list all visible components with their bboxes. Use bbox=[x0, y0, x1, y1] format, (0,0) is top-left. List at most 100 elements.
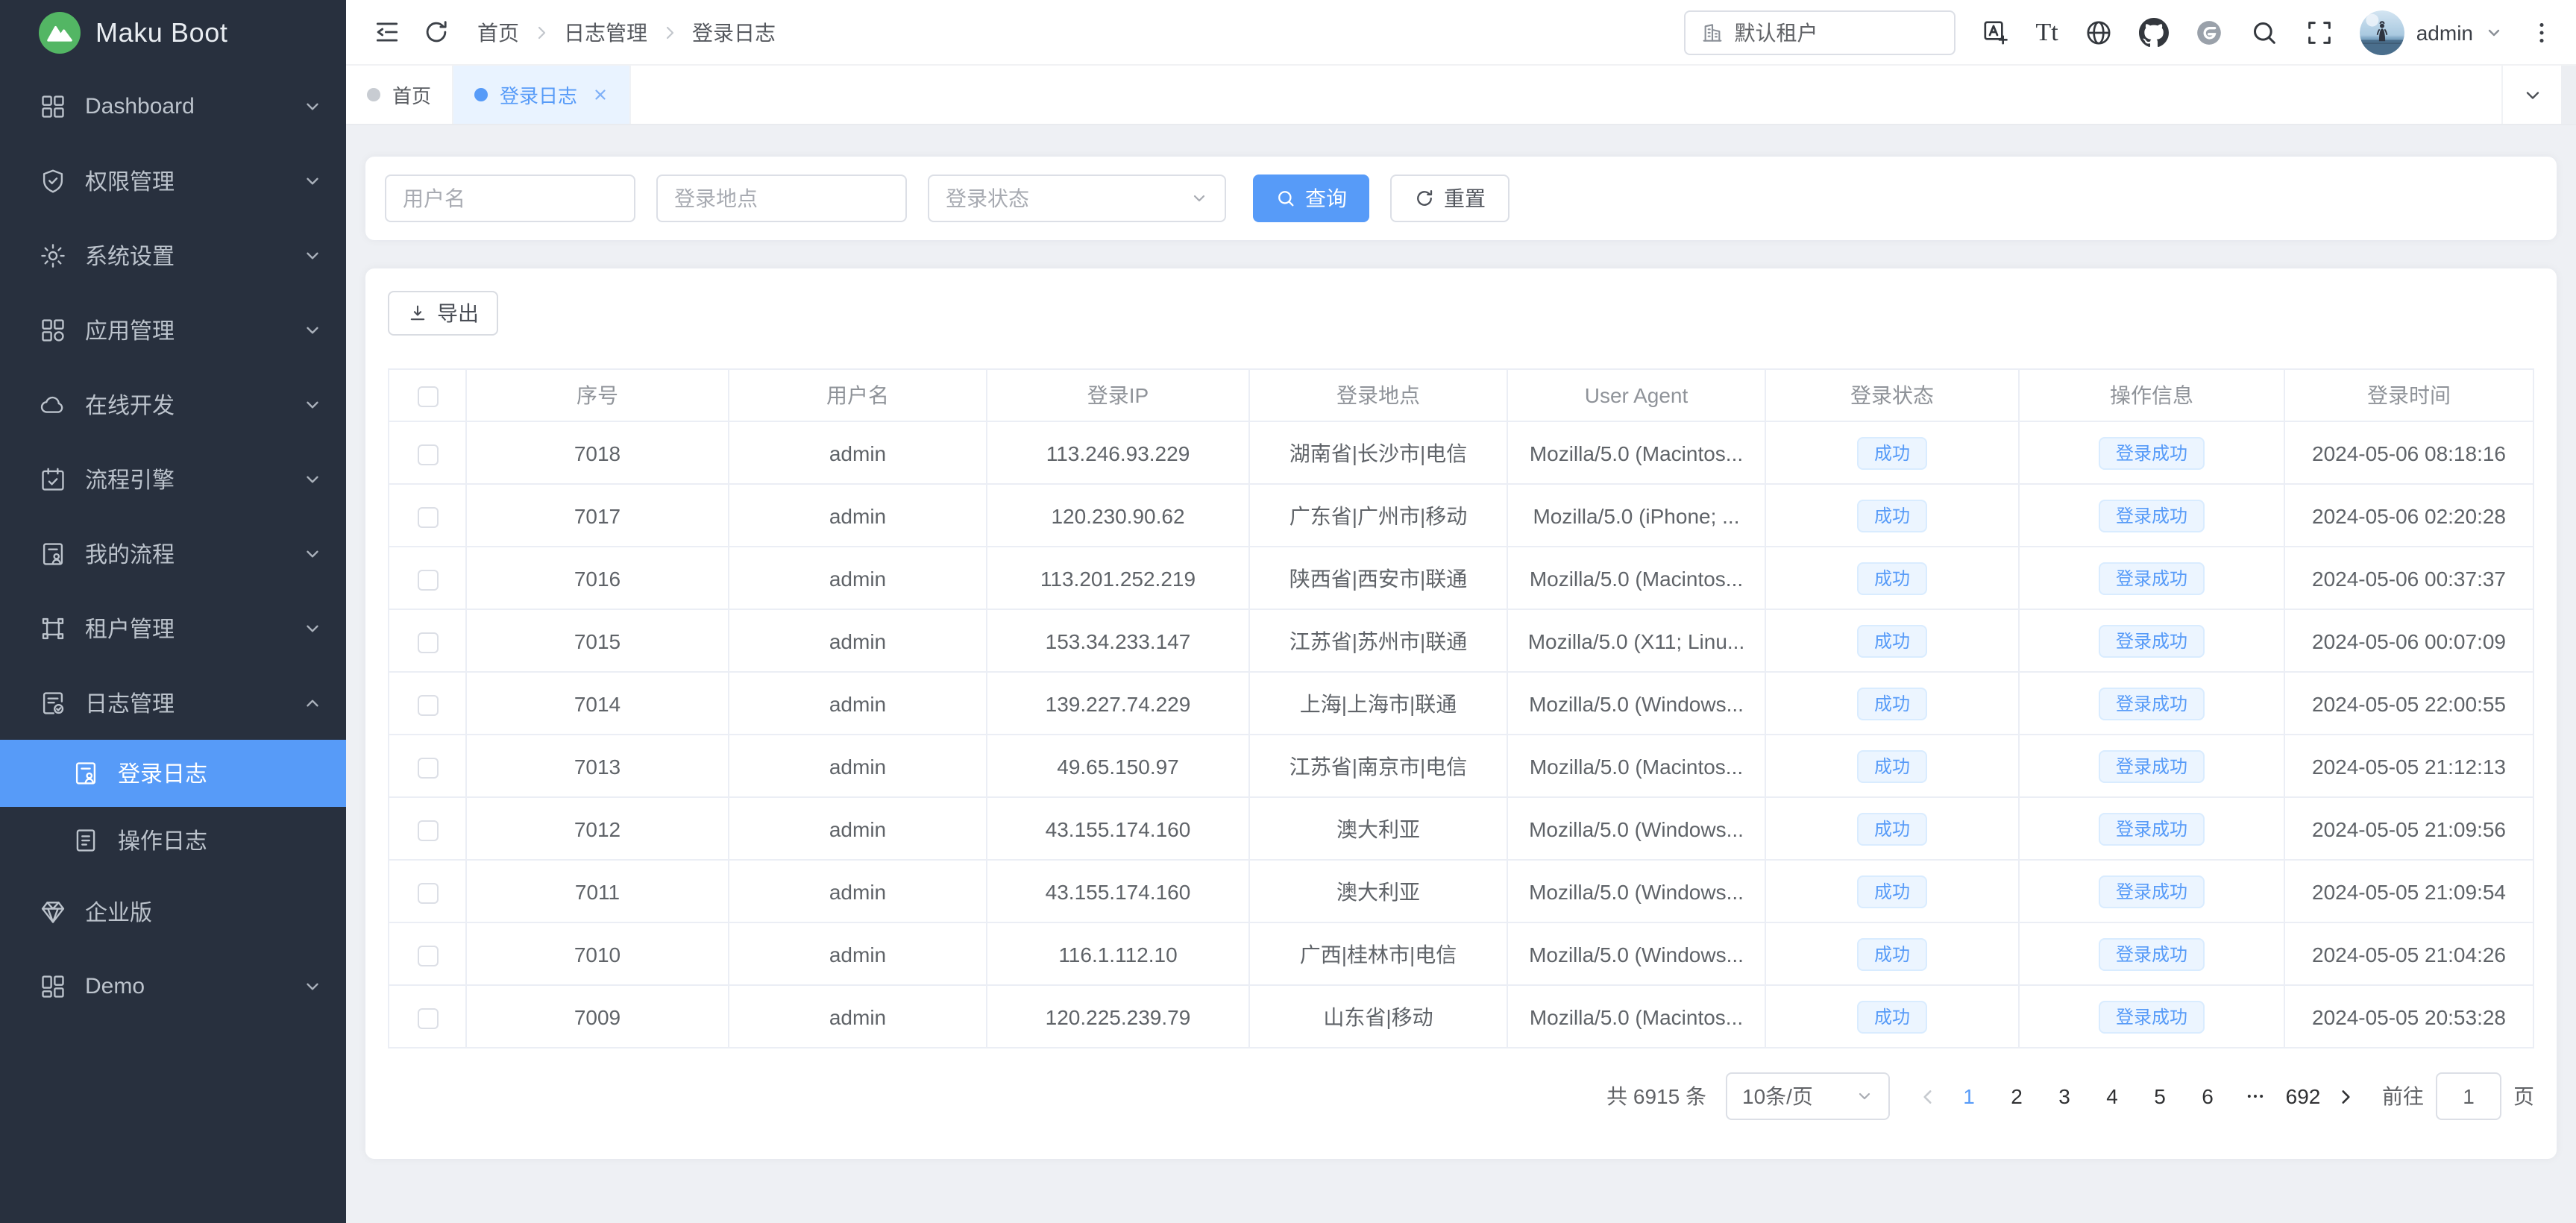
tab-login-log[interactable]: 登录日志 bbox=[453, 66, 631, 124]
sidebar-item-enterprise[interactable]: 企业版 bbox=[0, 874, 346, 949]
tab-label: 首页 bbox=[392, 81, 431, 109]
info-badge[interactable]: 登录成功 bbox=[2099, 1000, 2204, 1033]
sidebar-item-permissions[interactable]: 权限管理 bbox=[0, 143, 346, 218]
maku-logo-icon bbox=[39, 12, 81, 54]
cell-ip: 139.227.74.229 bbox=[987, 672, 1249, 735]
refresh-icon bbox=[1414, 188, 1435, 209]
info-badge[interactable]: 登录成功 bbox=[2099, 937, 2204, 970]
search-icon[interactable] bbox=[2249, 17, 2279, 47]
sidebar-item-online-dev[interactable]: 在线开发 bbox=[0, 367, 346, 441]
sidebar-item-tenant-management[interactable]: 租户管理 bbox=[0, 591, 346, 665]
breadcrumb-log-management[interactable]: 日志管理 bbox=[564, 17, 647, 47]
info-badge[interactable]: 登录成功 bbox=[2099, 875, 2204, 908]
info-badge[interactable]: 登录成功 bbox=[2099, 562, 2204, 594]
page-number-6[interactable]: 6 bbox=[2184, 1072, 2231, 1120]
cell-time: 2024-05-05 21:12:13 bbox=[2284, 735, 2533, 797]
user-menu[interactable]: admin bbox=[2360, 10, 2503, 54]
cell-ip: 43.155.174.160 bbox=[987, 797, 1249, 860]
table-row: 7016admin113.201.252.219陕西省|西安市|联通Mozill… bbox=[389, 547, 2533, 609]
translate-icon[interactable] bbox=[1981, 17, 2011, 47]
refresh-page-icon[interactable] bbox=[422, 18, 450, 46]
page-number-3[interactable]: 3 bbox=[2041, 1072, 2088, 1120]
info-badge[interactable]: 登录成功 bbox=[2099, 436, 2204, 469]
cell-user-agent: Mozilla/5.0 (Macintos... bbox=[1507, 547, 1765, 609]
location-filter-input[interactable] bbox=[656, 175, 907, 222]
cell-user-agent: Mozilla/5.0 (Macintos... bbox=[1507, 421, 1765, 484]
reset-button[interactable]: 重置 bbox=[1390, 175, 1510, 222]
cell-time: 2024-05-05 21:04:26 bbox=[2284, 922, 2533, 985]
status-badge: 成功 bbox=[1858, 687, 1926, 720]
sidebar-item-app-management[interactable]: 应用管理 bbox=[0, 292, 346, 367]
status-placeholder: 登录状态 bbox=[946, 183, 1029, 213]
sidebar-item-dashboard[interactable]: Dashboard bbox=[0, 69, 346, 143]
font-size-icon[interactable]: Tt bbox=[2036, 19, 2058, 45]
kebab-menu-icon[interactable] bbox=[2528, 19, 2555, 45]
more-pages-icon[interactable] bbox=[2231, 1072, 2279, 1120]
info-badge[interactable]: 登录成功 bbox=[2099, 624, 2204, 657]
doc-check-icon bbox=[39, 688, 67, 717]
row-checkbox[interactable] bbox=[417, 882, 438, 903]
search-button[interactable]: 查询 bbox=[1253, 175, 1369, 222]
gitee-icon[interactable] bbox=[2194, 17, 2224, 47]
column-time: 登录时间 bbox=[2284, 369, 2533, 421]
sidebar-item-log-management[interactable]: 日志管理 bbox=[0, 665, 346, 740]
page-size-select[interactable]: 10条/页 bbox=[1726, 1072, 1890, 1120]
globe-icon[interactable] bbox=[2084, 17, 2114, 47]
prev-page-icon[interactable] bbox=[1909, 1072, 1945, 1120]
gear-icon bbox=[39, 241, 67, 269]
row-checkbox[interactable] bbox=[417, 569, 438, 590]
close-tab-icon[interactable] bbox=[592, 87, 609, 103]
cell-time: 2024-05-06 02:20:28 bbox=[2284, 484, 2533, 547]
tab-home[interactable]: 首页 bbox=[346, 66, 453, 124]
page-size-value: 10条/页 bbox=[1742, 1081, 1813, 1111]
select-all-checkbox[interactable] bbox=[417, 386, 438, 407]
row-checkbox[interactable] bbox=[417, 506, 438, 527]
github-icon[interactable] bbox=[2139, 17, 2169, 47]
row-checkbox[interactable] bbox=[417, 1007, 438, 1028]
page-number-last[interactable]: 692 bbox=[2279, 1072, 2327, 1120]
tenant-select[interactable]: 默认租户 bbox=[1684, 10, 1955, 54]
info-badge[interactable]: 登录成功 bbox=[2099, 687, 2204, 720]
page-number-1[interactable]: 1 bbox=[1945, 1072, 1993, 1120]
cell-user-agent: Mozilla/5.0 (Windows... bbox=[1507, 797, 1765, 860]
app-logo[interactable]: Maku Boot bbox=[0, 0, 346, 66]
sidebar-item-workflow-engine[interactable]: 流程引擎 bbox=[0, 441, 346, 516]
info-badge[interactable]: 登录成功 bbox=[2099, 499, 2204, 532]
sidebar-item-my-workflow[interactable]: 我的流程 bbox=[0, 516, 346, 591]
goto-page-input[interactable] bbox=[2436, 1072, 2501, 1120]
username-filter-input[interactable] bbox=[385, 175, 635, 222]
row-checkbox[interactable] bbox=[417, 444, 438, 465]
row-checkbox[interactable] bbox=[417, 632, 438, 653]
next-page-icon[interactable] bbox=[2327, 1072, 2363, 1120]
cell-id: 7015 bbox=[466, 609, 729, 672]
sidebar-item-operation-log[interactable]: 操作日志 bbox=[0, 807, 346, 874]
download-icon bbox=[407, 303, 428, 324]
cell-user: admin bbox=[729, 985, 987, 1048]
export-button[interactable]: 导出 bbox=[388, 291, 498, 336]
cell-time: 2024-05-06 00:07:09 bbox=[2284, 609, 2533, 672]
fullscreen-icon[interactable] bbox=[2305, 17, 2334, 47]
breadcrumb-home[interactable]: 首页 bbox=[477, 17, 519, 47]
tab-dropdown-icon[interactable] bbox=[2501, 66, 2561, 124]
login-log-table: 序号 用户名 登录IP 登录地点 User Agent 登录状态 操作信息 登录… bbox=[388, 368, 2534, 1048]
gem-icon bbox=[39, 897, 67, 925]
row-checkbox[interactable] bbox=[417, 694, 438, 715]
page-number-2[interactable]: 2 bbox=[1993, 1072, 2041, 1120]
cell-ip: 120.225.239.79 bbox=[987, 985, 1249, 1048]
row-checkbox[interactable] bbox=[417, 820, 438, 840]
sidebar-item-demo[interactable]: Demo bbox=[0, 949, 346, 1023]
row-checkbox[interactable] bbox=[417, 945, 438, 966]
info-badge[interactable]: 登录成功 bbox=[2099, 812, 2204, 845]
page-number-4[interactable]: 4 bbox=[2088, 1072, 2136, 1120]
shield-icon bbox=[39, 166, 67, 195]
collapse-sidebar-icon[interactable] bbox=[373, 18, 401, 46]
sidebar-item-system-settings[interactable]: 系统设置 bbox=[0, 218, 346, 292]
sidebar-item-login-log[interactable]: 登录日志 bbox=[0, 740, 346, 807]
status-filter-select[interactable]: 登录状态 bbox=[928, 175, 1226, 222]
table-row: 7014admin139.227.74.229上海|上海市|联通Mozilla/… bbox=[389, 672, 2533, 735]
building-icon bbox=[1700, 20, 1724, 44]
row-checkbox[interactable] bbox=[417, 757, 438, 778]
cell-id: 7017 bbox=[466, 484, 729, 547]
page-number-5[interactable]: 5 bbox=[2136, 1072, 2184, 1120]
info-badge[interactable]: 登录成功 bbox=[2099, 749, 2204, 782]
